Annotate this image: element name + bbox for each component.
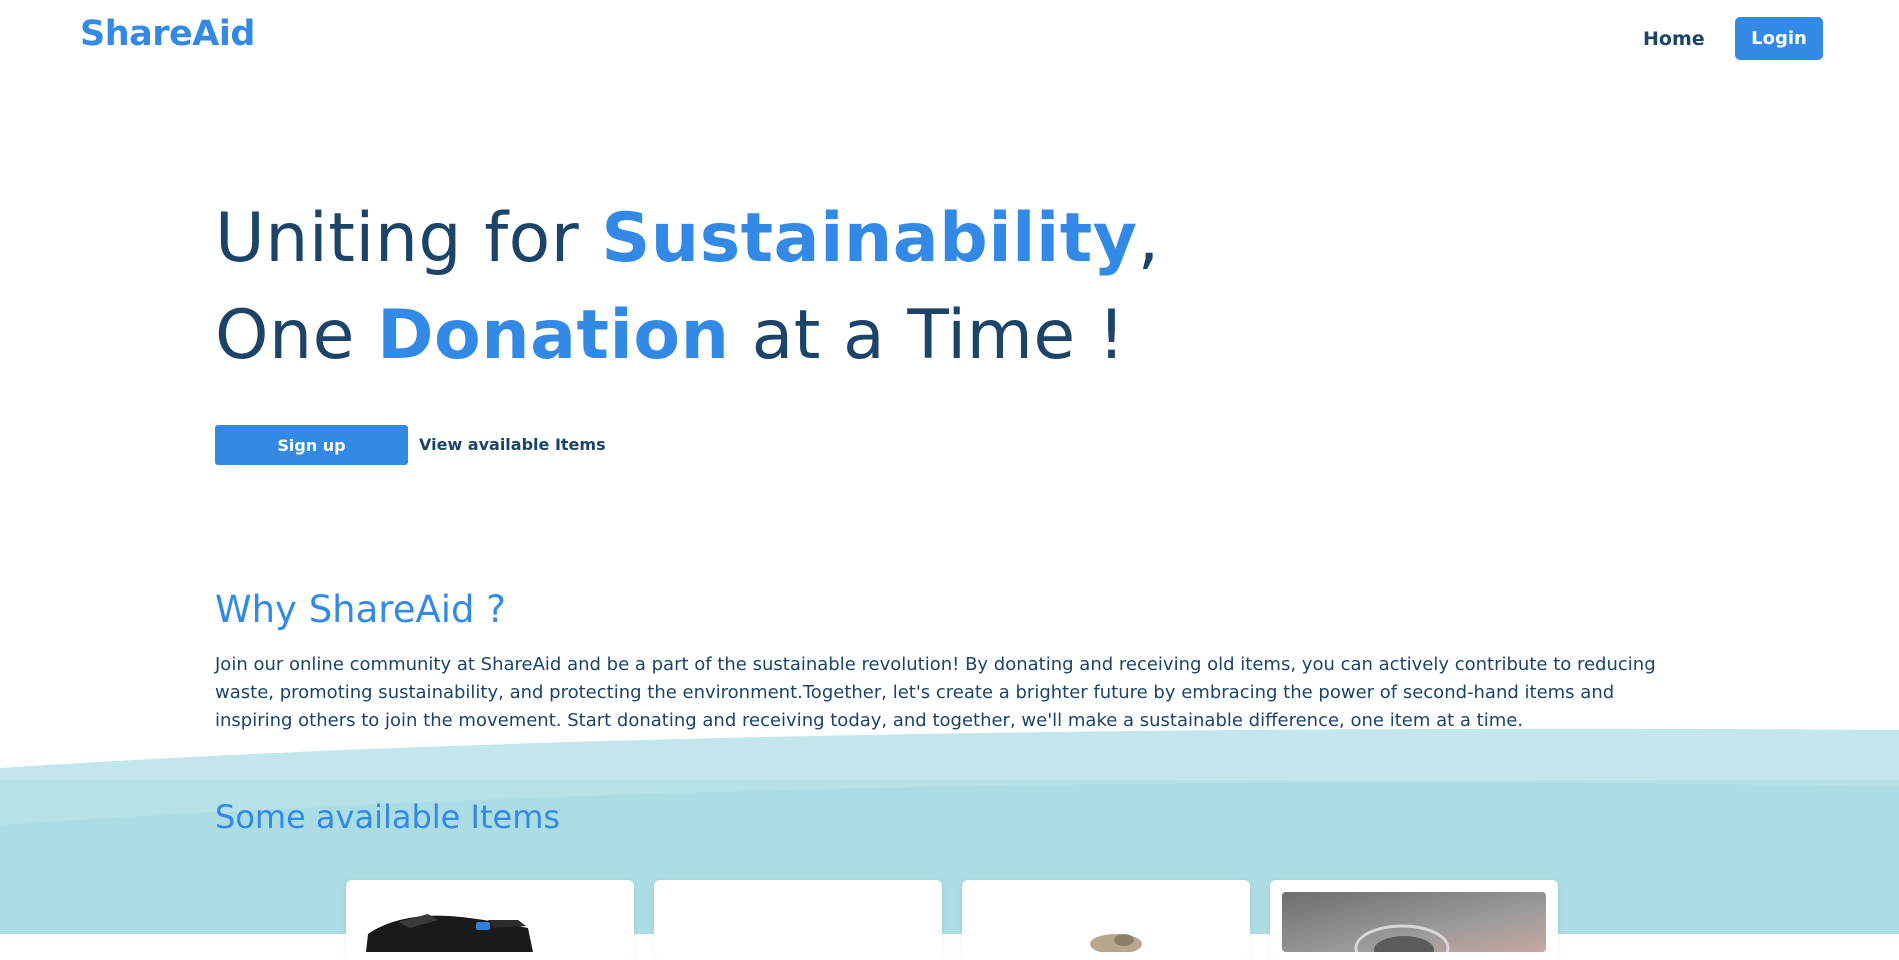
hero-line1-end: , [1137,199,1160,278]
logo[interactable]: ShareAid [80,14,255,54]
login-button[interactable]: Login [1735,17,1823,60]
hero-line2-start: One [215,296,378,375]
blank-photo [666,892,930,952]
hero-line2-end: at a Time ! [729,296,1126,375]
item-card[interactable] [654,880,942,960]
small-object-photo [1090,934,1142,952]
view-items-link[interactable]: View available Items [419,435,606,454]
nav-home-link[interactable]: Home [1643,28,1705,50]
hero-line1-highlight: Sustainability [601,199,1138,278]
item-card[interactable] [962,880,1250,960]
hero-line1-start: Uniting for [215,199,602,278]
grey-appliance-photo [1282,892,1546,952]
hero-title: Uniting for Sustainability, One Donation … [215,190,1160,384]
hero-line2-highlight: Donation [377,296,730,375]
signup-button[interactable]: Sign up [215,425,408,465]
why-text: Join our online community at ShareAid an… [215,654,1656,731]
item-card[interactable] [346,880,634,960]
item-card[interactable] [1270,880,1558,960]
items-title: Some available Items [215,798,561,836]
why-title: Why ShareAid ? [215,588,506,631]
black-shoes-photo [366,914,533,952]
navbar: ShareAid Home Login [0,0,1899,78]
